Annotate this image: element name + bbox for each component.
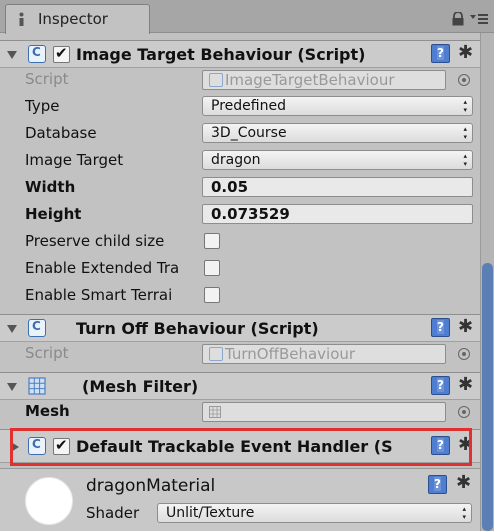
image-target-behaviour-enabled-checkbox[interactable] xyxy=(53,44,70,63)
object-picker-icon[interactable] xyxy=(458,406,470,418)
script-label: Script xyxy=(25,344,69,362)
enable-extended-tracking-label: Enable Extended Tra xyxy=(25,259,180,277)
help-book-icon[interactable] xyxy=(431,44,450,63)
material-name: dragonMaterial xyxy=(86,476,216,496)
material-panel: dragonMaterial ✱ Shader Unlit/Texture xyxy=(0,468,480,531)
image-target-behaviour-header[interactable]: Image Target Behaviour (Script) ✱ xyxy=(0,40,480,68)
enable-smart-terrain-label: Enable Smart Terrai xyxy=(25,286,173,304)
type-dropdown[interactable]: Predefined xyxy=(202,96,473,116)
context-menu-icon[interactable] xyxy=(470,13,488,25)
preserve-child-size-label: Preserve child size xyxy=(25,232,165,250)
turn-off-behaviour-header[interactable]: Turn Off Behaviour (Script) ✱ xyxy=(0,314,480,342)
info-icon xyxy=(19,12,24,26)
inspector-tab-bar: Inspector xyxy=(0,0,494,34)
mesh-filter-header[interactable]: (Mesh Filter) ✱ xyxy=(0,372,480,400)
fold-down-icon[interactable] xyxy=(7,51,17,59)
gear-icon[interactable]: ✱ xyxy=(456,472,471,493)
width-label: Width xyxy=(25,178,76,196)
gear-icon[interactable]: ✱ xyxy=(458,42,473,63)
fold-down-icon[interactable] xyxy=(7,325,17,333)
type-label: Type xyxy=(25,97,60,115)
shader-label: Shader xyxy=(86,504,140,522)
height-input[interactable]: 0.073529 xyxy=(202,204,473,224)
mesh-grid-icon xyxy=(209,406,221,418)
help-book-icon[interactable] xyxy=(431,376,450,395)
mesh-label: Mesh xyxy=(25,402,70,420)
script-value: TurnOffBehaviour xyxy=(225,345,356,363)
enable-smart-terrain-checkbox[interactable] xyxy=(204,287,220,303)
image-target-label: Image Target xyxy=(25,151,124,169)
script-value: ImageTargetBehaviour xyxy=(225,71,395,89)
mesh-grid-icon xyxy=(28,377,46,395)
database-dropdown[interactable]: 3D_Course xyxy=(202,123,473,143)
help-book-icon[interactable] xyxy=(431,318,450,337)
fold-down-icon[interactable] xyxy=(7,383,17,391)
inspector-tab[interactable]: Inspector xyxy=(5,4,150,34)
script-field: TurnOffBehaviour xyxy=(202,344,446,364)
script-field: ImageTargetBehaviour xyxy=(202,70,446,90)
object-picker-icon[interactable] xyxy=(458,348,470,360)
height-label: Height xyxy=(25,205,82,223)
script-icon xyxy=(28,45,46,63)
script-icon xyxy=(209,73,223,87)
preserve-child-size-checkbox[interactable] xyxy=(204,233,220,249)
lock-icon[interactable] xyxy=(451,12,465,26)
component-title: Image Target Behaviour (Script) xyxy=(76,45,366,64)
help-book-icon[interactable] xyxy=(428,475,447,494)
gear-icon[interactable]: ✱ xyxy=(458,374,473,395)
script-icon xyxy=(209,347,223,361)
shader-dropdown[interactable]: Unlit/Texture xyxy=(157,503,472,523)
mesh-field[interactable] xyxy=(202,402,446,422)
image-target-dropdown[interactable]: dragon xyxy=(202,150,473,170)
highlight-box xyxy=(10,428,472,466)
gear-icon[interactable]: ✱ xyxy=(458,316,473,337)
object-picker-icon[interactable] xyxy=(458,74,470,86)
database-label: Database xyxy=(25,124,97,142)
width-input[interactable]: 0.05 xyxy=(202,177,473,197)
script-label: Script xyxy=(25,70,69,88)
scrollbar-thumb[interactable] xyxy=(482,263,493,531)
material-preview-sphere xyxy=(25,477,73,525)
component-title: (Mesh Filter) xyxy=(82,377,199,396)
inspector-tab-label: Inspector xyxy=(38,10,108,28)
script-icon xyxy=(28,319,46,337)
component-title: Turn Off Behaviour (Script) xyxy=(76,319,319,338)
enable-extended-tracking-checkbox[interactable] xyxy=(204,260,220,276)
